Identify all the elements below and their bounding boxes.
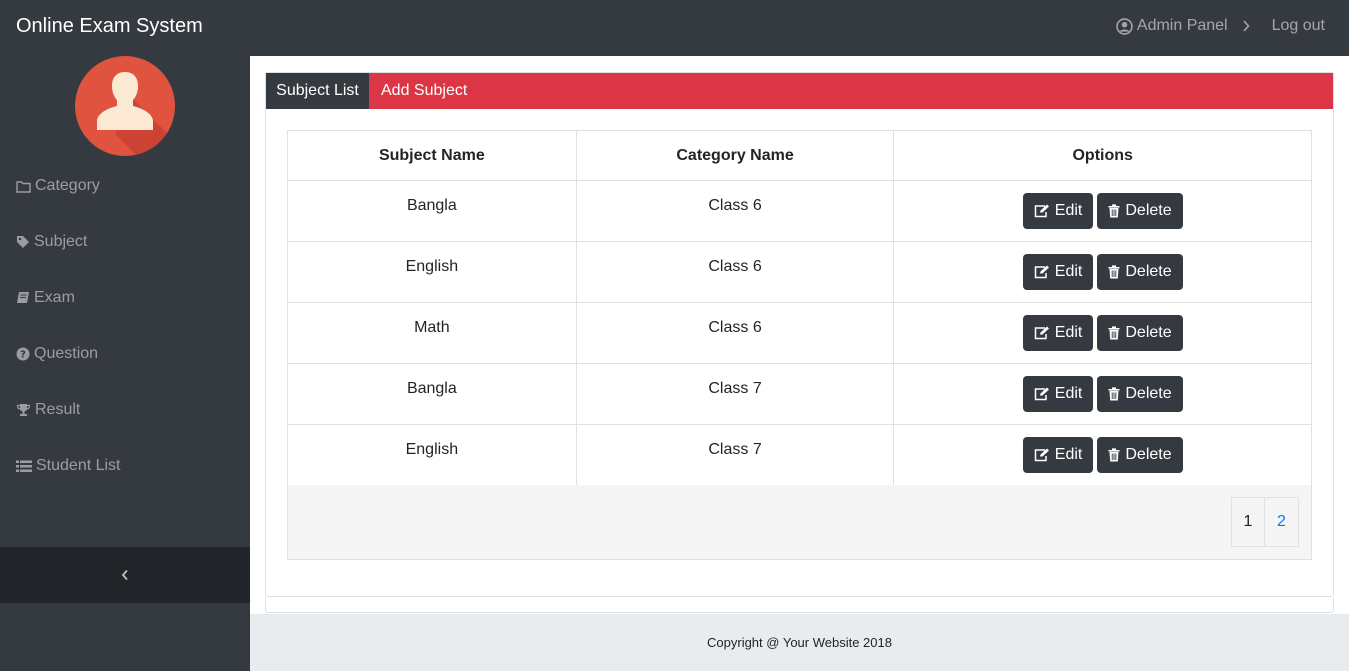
main-content: Subject List Add Subject Subject Name Ca… bbox=[250, 56, 1349, 614]
delete-label: Delete bbox=[1125, 324, 1172, 341]
copyright-text: Copyright @ Your Website 2018 bbox=[707, 635, 892, 650]
trophy-icon bbox=[16, 404, 31, 416]
sidebar-item-label: Exam bbox=[34, 289, 75, 306]
cell-subject-name: Bangla bbox=[287, 363, 577, 425]
cell-subject-name: English bbox=[287, 424, 577, 486]
page-link-2[interactable]: 2 bbox=[1265, 497, 1299, 547]
top-navbar: Online Exam System Admin Panel Log out bbox=[0, 0, 1349, 56]
chevron-left-icon bbox=[121, 569, 128, 581]
cell-subject-name: Math bbox=[287, 302, 577, 364]
sidebar-item-subject[interactable]: Subject bbox=[16, 230, 87, 254]
edit-label: Edit bbox=[1054, 446, 1083, 463]
tab-bar: Subject List Add Subject bbox=[266, 73, 1333, 109]
cell-category-name: Class 7 bbox=[575, 424, 895, 486]
logout-link[interactable]: Log out bbox=[1272, 17, 1325, 35]
delete-button[interactable]: Delete bbox=[1097, 315, 1183, 351]
cell-category-name: Class 6 bbox=[575, 302, 895, 364]
header-category-name: Category Name bbox=[575, 130, 895, 181]
question-circle-icon: ? bbox=[16, 347, 30, 361]
cell-category-name: Class 6 bbox=[575, 180, 895, 242]
trash-icon bbox=[1108, 387, 1120, 401]
edit-button[interactable]: Edit bbox=[1022, 437, 1094, 473]
page-link-1[interactable]: 1 bbox=[1231, 497, 1265, 547]
pagination: 1 2 bbox=[1231, 497, 1299, 547]
delete-label: Delete bbox=[1125, 446, 1172, 463]
delete-label: Delete bbox=[1125, 263, 1172, 280]
delete-button[interactable]: Delete bbox=[1097, 254, 1183, 290]
cell-subject-name: English bbox=[287, 241, 577, 303]
header-options: Options bbox=[893, 130, 1312, 181]
sidebar-item-category[interactable]: Category bbox=[16, 174, 100, 198]
edit-label: Edit bbox=[1054, 385, 1083, 402]
table-header-row: Subject Name Category Name Options bbox=[287, 130, 1312, 181]
trash-icon bbox=[1108, 326, 1120, 340]
edit-label: Edit bbox=[1054, 263, 1083, 280]
sidebar-item-label: Question bbox=[34, 345, 99, 362]
svg-text:?: ? bbox=[20, 350, 26, 361]
edit-label: Edit bbox=[1054, 324, 1083, 341]
admin-panel-link[interactable]: Admin Panel bbox=[1116, 17, 1228, 35]
table-row: English Class 7 Edit Delete bbox=[287, 424, 1312, 486]
edit-button[interactable]: Edit bbox=[1022, 315, 1094, 351]
header-subject-name: Subject Name bbox=[287, 130, 577, 181]
edit-button[interactable]: Edit bbox=[1022, 254, 1094, 290]
sidebar: Category Subject Exam ? Question Result … bbox=[0, 56, 250, 671]
cell-options: Edit Delete bbox=[893, 302, 1312, 364]
cell-category-name: Class 7 bbox=[575, 363, 895, 425]
trash-icon bbox=[1108, 265, 1120, 279]
sidebar-item-question[interactable]: ? Question bbox=[16, 342, 98, 366]
delete-button[interactable]: Delete bbox=[1097, 376, 1183, 412]
tab-subject-list[interactable]: Subject List bbox=[266, 73, 369, 109]
sidebar-toggle-button[interactable] bbox=[0, 547, 250, 603]
edit-button[interactable]: Edit bbox=[1022, 193, 1094, 229]
delete-label: Delete bbox=[1125, 202, 1172, 219]
table-row: Bangla Class 6 Edit Delete bbox=[287, 180, 1312, 242]
cell-options: Edit Delete bbox=[893, 363, 1312, 425]
cell-subject-name: Bangla bbox=[287, 180, 577, 242]
chevron-right-icon bbox=[1242, 20, 1250, 32]
book-icon bbox=[17, 292, 29, 303]
sidebar-item-exam[interactable]: Exam bbox=[16, 286, 75, 310]
folder-icon bbox=[16, 180, 31, 193]
sidebar-item-label: Category bbox=[35, 177, 100, 194]
delete-button[interactable]: Delete bbox=[1097, 193, 1183, 229]
sidebar-item-student-list[interactable]: Student List bbox=[16, 454, 121, 478]
subject-card: Subject List Add Subject Subject Name Ca… bbox=[265, 72, 1334, 597]
edit-icon bbox=[1034, 448, 1049, 462]
tab-add-subject[interactable]: Add Subject bbox=[369, 73, 467, 109]
footer: Copyright @ Your Website 2018 bbox=[250, 614, 1349, 671]
cell-category-name: Class 6 bbox=[575, 241, 895, 303]
card-bottom-edge bbox=[265, 598, 1334, 613]
avatar bbox=[75, 56, 175, 156]
list-icon bbox=[16, 460, 32, 472]
brand-title[interactable]: Online Exam System bbox=[16, 15, 203, 38]
delete-label: Delete bbox=[1125, 385, 1172, 402]
cell-options: Edit Delete bbox=[893, 424, 1312, 486]
table-row: Math Class 6 Edit Delete bbox=[287, 302, 1312, 364]
admin-panel-label: Admin Panel bbox=[1136, 17, 1228, 34]
table-row: Bangla Class 7 Edit Delete bbox=[287, 363, 1312, 425]
cell-options: Edit Delete bbox=[893, 241, 1312, 303]
edit-label: Edit bbox=[1054, 202, 1083, 219]
table-row: English Class 6 Edit Delete bbox=[287, 241, 1312, 303]
sidebar-item-label: Result bbox=[35, 401, 81, 418]
navbar-right: Admin Panel Log out bbox=[1116, 17, 1325, 35]
tag-icon bbox=[17, 236, 29, 248]
edit-button[interactable]: Edit bbox=[1022, 376, 1094, 412]
cell-options: Edit Delete bbox=[893, 180, 1312, 242]
edit-icon bbox=[1034, 204, 1049, 218]
delete-button[interactable]: Delete bbox=[1097, 437, 1183, 473]
subject-table: Subject Name Category Name Options Bangl… bbox=[287, 130, 1312, 486]
sidebar-item-label: Subject bbox=[34, 233, 88, 250]
sidebar-item-result[interactable]: Result bbox=[16, 398, 80, 422]
edit-icon bbox=[1034, 387, 1049, 401]
edit-icon bbox=[1034, 265, 1049, 279]
trash-icon bbox=[1108, 204, 1120, 218]
sidebar-item-label: Student List bbox=[36, 457, 121, 474]
user-circle-icon bbox=[1116, 17, 1133, 35]
edit-icon bbox=[1034, 326, 1049, 340]
pagination-bar: 1 2 bbox=[287, 485, 1312, 560]
trash-icon bbox=[1108, 448, 1120, 462]
